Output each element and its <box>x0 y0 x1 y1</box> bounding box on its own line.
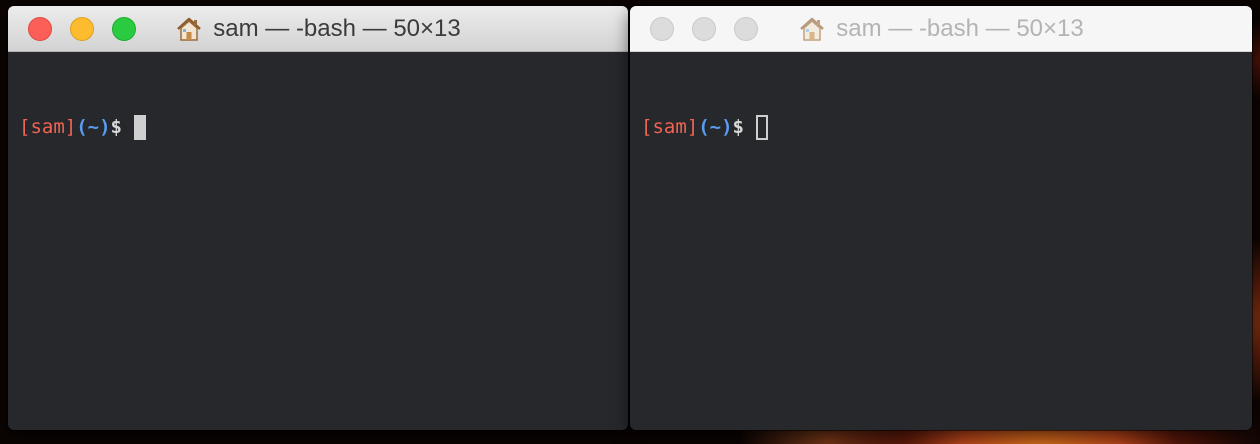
window-title: sam — -bash — 50×13 <box>798 14 1084 43</box>
window-controls <box>28 17 136 41</box>
prompt-cwd: (~) <box>698 116 733 138</box>
house-icon <box>800 17 825 41</box>
window-title: sam — -bash — 50×13 <box>175 14 461 43</box>
terminal-window-inactive[interactable]: sam — -bash — 50×13 [sam] (~) $ <box>630 6 1252 430</box>
prompt-user: [sam] <box>19 116 77 138</box>
window-titlebar[interactable]: sam — -bash — 50×13 <box>8 6 628 52</box>
prompt-sign: $ <box>110 116 122 138</box>
window-controls <box>650 17 758 41</box>
shell-prompt: [sam] (~) $ <box>19 114 628 140</box>
minimize-button[interactable] <box>70 17 94 41</box>
close-button[interactable] <box>28 17 52 41</box>
window-title-text: sam — -bash — 50×13 <box>213 14 461 42</box>
terminal-window-active[interactable]: sam — -bash — 50×13 [sam] (~) $ <box>8 6 628 430</box>
prompt-user: [sam] <box>641 116 699 138</box>
shell-prompt: [sam] (~) $ <box>641 114 1252 140</box>
zoom-button[interactable] <box>112 17 136 41</box>
house-icon <box>177 17 202 41</box>
terminal-content[interactable]: [sam] (~) $ <box>630 52 1252 192</box>
window-titlebar[interactable]: sam — -bash — 50×13 <box>630 6 1252 52</box>
window-title-text: sam — -bash — 50×13 <box>836 14 1084 42</box>
close-button[interactable] <box>650 17 674 41</box>
text-cursor <box>755 114 768 140</box>
prompt-cwd: (~) <box>76 116 111 138</box>
minimize-button[interactable] <box>692 17 716 41</box>
zoom-button[interactable] <box>734 17 758 41</box>
prompt-sign: $ <box>732 116 744 138</box>
text-cursor <box>133 114 146 140</box>
terminal-content[interactable]: [sam] (~) $ <box>8 52 628 192</box>
